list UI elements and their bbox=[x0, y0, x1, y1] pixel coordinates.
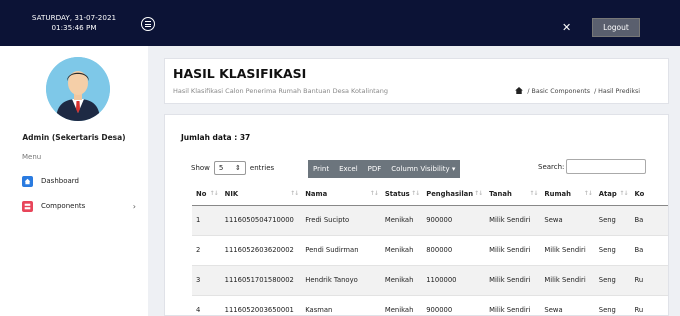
cell-ko: Ru bbox=[630, 265, 668, 296]
table-row: 2 1116052603620002 Pendi Sudirman Menikah 80… bbox=[192, 235, 668, 266]
cell-penghasilan: 800000 bbox=[422, 235, 486, 266]
cell-nik: 1116051701580002 bbox=[220, 265, 302, 296]
column-header-no[interactable]: No ↑↓ bbox=[192, 183, 221, 206]
sort-icon: ↑↓ bbox=[529, 190, 538, 197]
export-button-group: Print Excel PDF Column Visibility ▾ bbox=[308, 160, 461, 178]
print-button[interactable]: Print bbox=[308, 165, 334, 173]
breadcrumb-hasil-prediksi: / Hasil Prediksi bbox=[594, 88, 640, 95]
fullscreen-icon[interactable]: ✕ bbox=[562, 22, 571, 33]
cell-status: Menikah bbox=[380, 295, 423, 315]
column-header-ko[interactable]: Ko bbox=[630, 183, 668, 206]
entries-label: entries bbox=[249, 164, 275, 172]
cell-ko: Ru bbox=[630, 295, 668, 315]
data-count: Jumlah data : 37 bbox=[181, 133, 251, 142]
page-subtitle: Hasil Klasifikasi Calon Penerima Rumah B… bbox=[173, 87, 388, 95]
sidebar-item-label: Components bbox=[41, 202, 86, 210]
sort-icon: ↑↓ bbox=[369, 190, 379, 197]
cell-status: Menikah bbox=[380, 265, 423, 296]
cell-penghasilan: 900000 bbox=[422, 295, 486, 315]
sidebar: Admin (Sekertaris Desa) Menu Dashboard C… bbox=[0, 46, 148, 316]
pdf-button[interactable]: PDF bbox=[363, 165, 387, 173]
home-icon bbox=[22, 175, 33, 187]
menu-label: Menu bbox=[22, 153, 42, 161]
column-header-rumah[interactable]: Rumah ↑↓ bbox=[540, 183, 595, 206]
cell-no: 1 bbox=[192, 205, 221, 236]
sort-icon: ↑↓ bbox=[209, 190, 219, 197]
cell-ko: Ba bbox=[630, 205, 668, 236]
date-text: SATURDAY, 31-07-2021 bbox=[31, 13, 117, 22]
cell-no: 4 bbox=[192, 295, 221, 315]
cell-no: 3 bbox=[192, 265, 221, 296]
cell-nama: Kasman bbox=[301, 295, 381, 315]
cell-ko: Ba bbox=[630, 235, 668, 266]
show-label: Show bbox=[191, 164, 210, 172]
cell-nik: 1116052603620002 bbox=[220, 235, 302, 266]
cell-tanah: Milik Sendiri bbox=[485, 295, 541, 315]
cell-nik: 1116052003650001 bbox=[220, 295, 302, 315]
cell-tanah: Milik Sendiri bbox=[485, 265, 541, 296]
show-entries: Show 5 ⇕ entries bbox=[191, 161, 274, 175]
search-label: Search: bbox=[538, 163, 565, 171]
cell-atap: Seng bbox=[594, 265, 631, 296]
cell-atap: Seng bbox=[594, 205, 631, 236]
cell-tanah: Milik Sendiri bbox=[485, 205, 541, 236]
sort-icon: ↑↓ bbox=[290, 190, 299, 197]
cell-penghasilan: 900000 bbox=[422, 205, 486, 236]
cell-nama: Fredi Sucipto bbox=[301, 205, 381, 236]
column-header-nama[interactable]: Nama ↑↓ bbox=[301, 183, 381, 206]
cell-nik: 1116050504710000 bbox=[220, 205, 302, 236]
cell-status: Menikah bbox=[380, 205, 423, 236]
cell-tanah: Milik Sendiri bbox=[485, 235, 541, 266]
content-card: Jumlah data : 37 Show 5 ⇕ entries Print … bbox=[164, 114, 669, 316]
logout-button[interactable]: Logout bbox=[592, 18, 640, 37]
cell-rumah: Sewa bbox=[540, 205, 595, 236]
cell-status: Menikah bbox=[380, 235, 423, 266]
cell-penghasilan: 1100000 bbox=[422, 265, 486, 296]
excel-button[interactable]: Excel bbox=[334, 165, 363, 173]
table-row: 1 1116050504710000 Fredi Sucipto Menikah 900… bbox=[192, 205, 668, 236]
column-header-nik[interactable]: NIK ↑↓ bbox=[220, 183, 302, 206]
cell-nama: Pendi Sudirman bbox=[301, 235, 381, 266]
sort-icon: ↑↓ bbox=[411, 190, 420, 197]
column-visibility-button[interactable]: Column Visibility ▾ bbox=[386, 165, 460, 173]
components-icon bbox=[22, 200, 33, 212]
sidebar-item-components[interactable]: Components › bbox=[22, 198, 142, 214]
column-header-penghasilan[interactable]: Penghasilan ↑↓ bbox=[422, 183, 486, 206]
menu-toggle-button[interactable] bbox=[141, 17, 155, 31]
sidebar-item-label: Dashboard bbox=[41, 177, 79, 185]
chevron-right-icon: › bbox=[132, 201, 136, 211]
sort-updown-icon: ⇕ bbox=[235, 164, 241, 172]
entries-select[interactable]: 5 ⇕ bbox=[213, 161, 246, 175]
column-header-atap[interactable]: Atap ↑↓ bbox=[594, 183, 631, 206]
sort-icon: ↑↓ bbox=[619, 190, 628, 197]
sort-icon: ↑↓ bbox=[474, 190, 483, 197]
table-row: 3 1116051701580002 Hendrik Tanoyo Menikah 11… bbox=[192, 265, 668, 296]
search-input[interactable] bbox=[566, 159, 646, 174]
home-icon[interactable] bbox=[515, 87, 524, 96]
cell-rumah: Milik Sendiri bbox=[540, 265, 595, 296]
table-row: 4 1116052003650001 Kasman Menikah 900000 Mili… bbox=[192, 295, 668, 315]
sort-icon: ↑↓ bbox=[583, 190, 593, 197]
topbar: SATURDAY, 31-07-2021 01:35:46 PM ✕ Logou… bbox=[0, 0, 680, 46]
breadcrumb-basic-components[interactable]: / Basic Components bbox=[527, 88, 590, 95]
admin-name: Admin (Sekertaris Desa) bbox=[22, 133, 126, 142]
breadcrumb: / Basic Components / Hasil Prediksi bbox=[515, 87, 640, 96]
data-table: No ↑↓ NIK ↑↓ Nama ↑↓ Status ↑↓ Penghasilan ↑↓… bbox=[192, 183, 668, 315]
cell-atap: Seng bbox=[594, 295, 631, 315]
page-title: HASIL KLASIFIKASI bbox=[173, 66, 307, 81]
page-header: HASIL KLASIFIKASI Hasil Klasifikasi Calo… bbox=[164, 58, 669, 104]
datetime-display: SATURDAY, 31-07-2021 01:35:46 PM bbox=[0, 0, 148, 46]
cell-rumah: Sewa bbox=[540, 295, 595, 315]
column-header-tanah[interactable]: Tanah ↑↓ bbox=[485, 183, 541, 206]
sidebar-item-dashboard[interactable]: Dashboard bbox=[22, 173, 142, 189]
cell-nama: Hendrik Tanoyo bbox=[301, 265, 381, 296]
cell-no: 2 bbox=[192, 235, 221, 266]
cell-atap: Seng bbox=[594, 235, 631, 266]
avatar bbox=[46, 57, 110, 121]
cell-rumah: Milik Sendiri bbox=[540, 235, 595, 266]
time-text: 01:35:46 PM bbox=[51, 23, 97, 32]
column-header-status[interactable]: Status ↑↓ bbox=[380, 183, 423, 206]
